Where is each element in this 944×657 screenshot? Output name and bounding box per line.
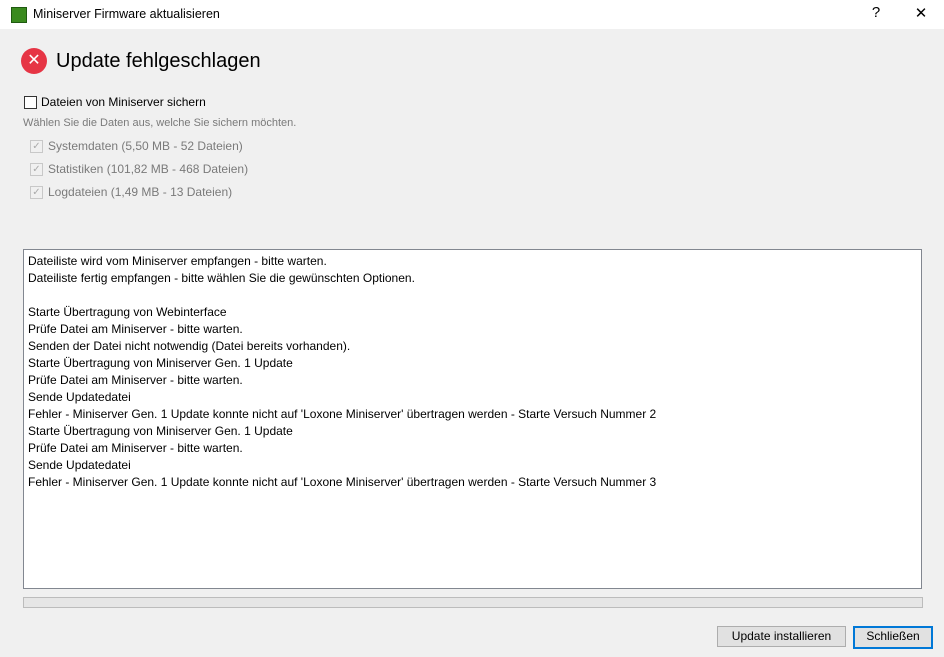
log-line: Starte Übertragung von Miniserver Gen. 1… xyxy=(28,424,293,438)
close-window-button[interactable]: ✕ xyxy=(906,4,936,22)
log-line: Fehler - Miniserver Gen. 1 Update konnte… xyxy=(28,407,657,421)
log-line: Dateiliste wird vom Miniserver empfangen… xyxy=(28,254,327,268)
log-line: Dateiliste fertig empfangen - bitte wähl… xyxy=(28,271,415,285)
log-line: Starte Übertragung von Webinterface xyxy=(28,305,227,319)
help-button[interactable]: ? xyxy=(861,4,891,21)
systemdaten-checkbox[interactable]: ✓ xyxy=(30,140,43,153)
error-icon: ✕ xyxy=(21,48,47,74)
logdateien-checkbox[interactable]: ✓ xyxy=(30,186,43,199)
progress-bar xyxy=(23,597,923,608)
app-icon xyxy=(11,7,27,23)
statistiken-label: Statistiken (101,82 MB - 468 Dateien) xyxy=(48,162,249,176)
log-output[interactable]: Dateiliste wird vom Miniserver empfangen… xyxy=(23,249,922,589)
backup-label[interactable]: Dateien von Miniserver sichern xyxy=(41,95,206,109)
close-button[interactable]: Schließen xyxy=(853,626,933,649)
log-line: Fehler - Miniserver Gen. 1 Update konnte… xyxy=(28,475,657,489)
install-update-button[interactable]: Update installieren xyxy=(717,626,846,647)
backup-checkbox[interactable] xyxy=(24,96,37,109)
log-line: Prüfe Datei am Miniserver - bitte warten… xyxy=(28,373,243,387)
title-bar: Miniserver Firmware aktualisieren ? ✕ xyxy=(0,0,944,29)
logdateien-label: Logdateien (1,49 MB - 13 Dateien) xyxy=(48,185,233,199)
log-line: Prüfe Datei am Miniserver - bitte warten… xyxy=(28,441,243,455)
log-line: Senden der Datei nicht notwendig (Datei … xyxy=(28,339,351,353)
log-line: Prüfe Datei am Miniserver - bitte warten… xyxy=(28,322,243,336)
log-line: Starte Übertragung von Miniserver Gen. 1… xyxy=(28,356,293,370)
page-title: Update fehlgeschlagen xyxy=(56,50,261,72)
log-line: Sende Updatedatei xyxy=(28,390,131,404)
statistiken-checkbox[interactable]: ✓ xyxy=(30,163,43,176)
window-title: Miniserver Firmware aktualisieren xyxy=(33,7,220,21)
backup-hint: Wählen Sie die Daten aus, welche Sie sic… xyxy=(23,117,297,129)
systemdaten-label: Systemdaten (5,50 MB - 52 Dateien) xyxy=(48,139,243,153)
log-line: Sende Updatedatei xyxy=(28,458,131,472)
